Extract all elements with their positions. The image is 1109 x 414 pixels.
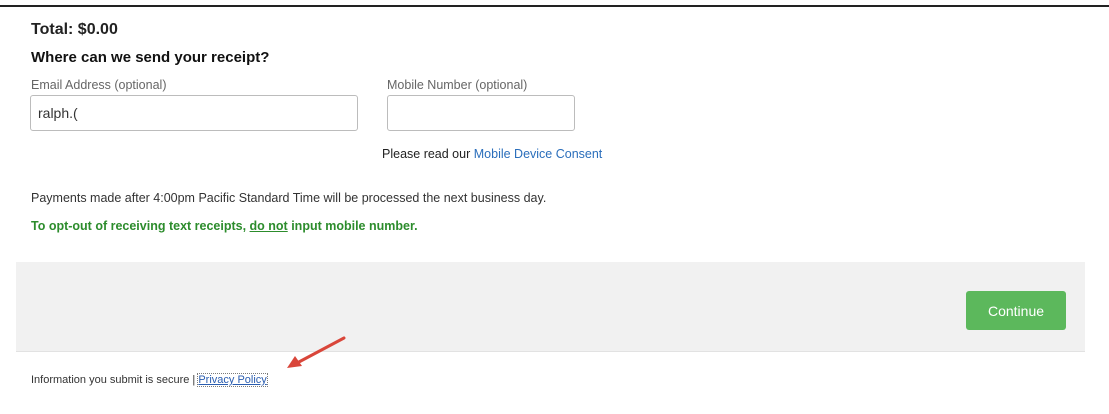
- processing-notice: Payments made after 4:00pm Pacific Stand…: [31, 191, 547, 205]
- privacy-policy-link[interactable]: Privacy Policy: [197, 373, 268, 387]
- annotation-arrow-icon: [287, 336, 346, 368]
- mobile-consent-note: Please read our Mobile Device Consent: [382, 147, 602, 161]
- mobile-number-field[interactable]: [387, 95, 575, 131]
- receipt-heading: Where can we send your receipt?: [31, 49, 270, 66]
- footer: Information you submit is secure | Priva…: [31, 373, 268, 387]
- order-total: Total: $0.00: [31, 21, 118, 38]
- mobile-device-consent-link[interactable]: Mobile Device Consent: [474, 147, 603, 161]
- optout-text-end: input mobile number.: [287, 219, 418, 233]
- optout-notice: To opt-out of receiving text receipts, d…: [31, 219, 418, 233]
- optout-emphasis: do not: [249, 219, 288, 233]
- optout-text-start: To opt-out of receiving text receipts,: [31, 219, 250, 233]
- email-field[interactable]: [30, 95, 358, 131]
- email-label: Email Address (optional): [31, 78, 167, 92]
- continue-button[interactable]: Continue: [966, 291, 1066, 330]
- secure-notice: Information you submit is secure |: [31, 374, 196, 386]
- mobile-label: Mobile Number (optional): [387, 78, 528, 92]
- action-panel: [16, 262, 1085, 352]
- consent-prefix: Please read our: [382, 147, 471, 161]
- top-divider: [0, 5, 1109, 7]
